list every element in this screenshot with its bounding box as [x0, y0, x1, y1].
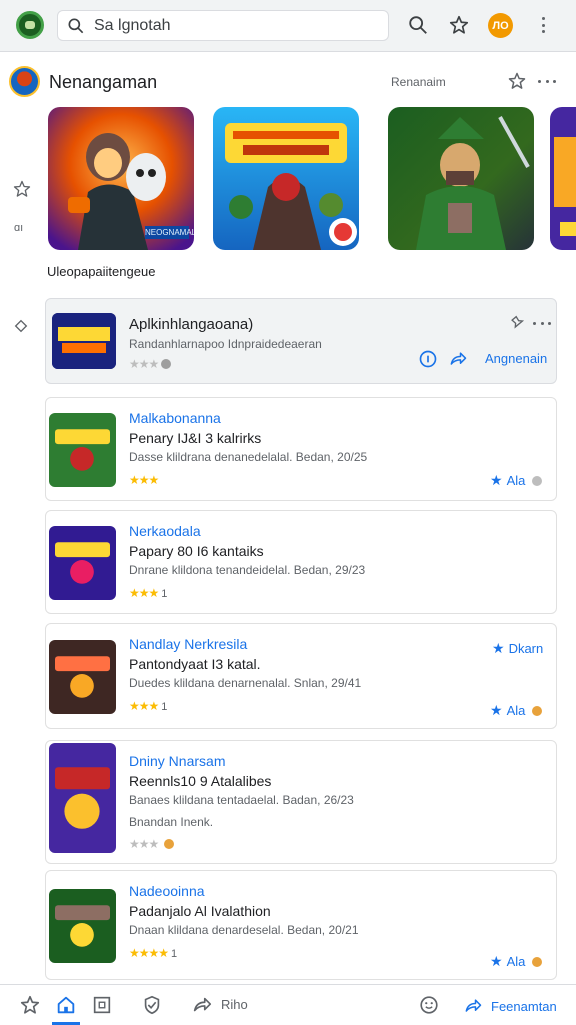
app-category[interactable]: Malkabonanna — [129, 410, 221, 426]
app-meta: Dnaan klildana denardeselal. Bedan, 20/2… — [129, 923, 359, 937]
top-bar: Sa lgnotah ЛО — [0, 0, 576, 52]
search-box[interactable]: Sa lgnotah — [57, 10, 389, 41]
bottom-cta-label: Feenamtan — [491, 998, 557, 1014]
app-logo[interactable] — [16, 11, 44, 39]
app-action-button[interactable]: ★ Ala — [490, 472, 543, 489]
featured-action-button[interactable]: Angnenain — [485, 351, 547, 366]
profile-subtitle: Renanaim — [391, 75, 446, 89]
featured-meta: Randanhlarnapoo Idnpraidedeaeran — [129, 337, 322, 351]
search-input[interactable]: Sa lgnotah — [94, 17, 171, 35]
hero-banner-3[interactable] — [388, 107, 534, 250]
app-card[interactable]: Nerkaodala Papary 80 I6 kantaiks Dnrane kl… — [45, 510, 557, 614]
app-title: Pantondyaat I3 katal. — [129, 656, 261, 672]
star-rating: ★★★ 1 — [129, 699, 168, 713]
star-icon: ★ — [492, 640, 505, 656]
pin-icon[interactable] — [510, 315, 526, 331]
section-heading: Uleopapaiitengeue — [47, 264, 156, 279]
more-menu-icon[interactable] — [531, 317, 553, 329]
star-icon: ★ — [490, 702, 503, 718]
featured-thumbnail — [52, 313, 116, 369]
app-thumbnail — [49, 413, 116, 487]
app-action-label: Ala — [506, 703, 526, 718]
app-meta: Dnrane klildona tenandeidelal. Bedan, 29… — [129, 563, 366, 577]
profile-name: Nenangaman — [49, 72, 158, 92]
app-category[interactable]: Dniny Nnarsam — [129, 753, 225, 769]
hero-badge: NEOGNAMAL — [145, 226, 194, 239]
hero-art — [213, 107, 359, 250]
app-thumbnail — [49, 526, 116, 600]
featured-title: Aplkinhlangaoana) — [129, 316, 254, 333]
share-icon — [465, 999, 482, 1012]
app-thumbnail — [49, 640, 116, 714]
bottom-cta-button[interactable]: Feenamtan — [463, 996, 557, 1016]
app-meta: Duedes klildana denarnenalal. Snlan, 29/… — [129, 676, 362, 690]
hero-art — [550, 107, 576, 250]
diamond-icon[interactable] — [13, 318, 29, 334]
bottom-bar: Riho Feenamtan — [0, 984, 576, 1025]
hero-banner-2[interactable] — [213, 107, 359, 250]
app-title: Reennls10 9 Atalalibes — [129, 773, 272, 789]
app-category[interactable]: Nadeooinna — [129, 883, 205, 899]
bottom-label[interactable]: Riho — [221, 997, 248, 1012]
emoji-icon[interactable] — [418, 994, 440, 1016]
app-category[interactable]: Nandlay Nerkresila — [129, 636, 247, 652]
app-meta: Dasse klildrana denanedelalal. Bedan, 20… — [129, 450, 368, 464]
home-icon[interactable] — [55, 994, 77, 1016]
star-icon: ★ — [490, 472, 503, 488]
profile-header: Nenangaman Renanaim — [0, 62, 576, 102]
app-title: Papary 80 I6 kantaiks — [129, 543, 264, 559]
app-category[interactable]: Nerkaodala — [129, 523, 201, 539]
app-title: Penary IJ&I 3 kalrirks — [129, 430, 262, 446]
badge-icon — [164, 839, 175, 849]
app-action-label: Ala — [506, 954, 526, 969]
star-icon: ★ — [490, 953, 503, 969]
app-thumbnail — [49, 743, 116, 853]
side-label: ɑı — [14, 222, 24, 234]
app-meta: Banaes klildana tentadaelal. Badan, 26/2… — [129, 793, 354, 807]
more-menu-icon[interactable] — [533, 14, 553, 36]
rating-count: 1 — [161, 588, 168, 600]
app-title: Padanjalo Al Ivalathion — [129, 903, 271, 919]
app-extra: Bnandan Inenk. — [129, 815, 214, 829]
info-icon[interactable] — [418, 349, 438, 369]
app-action-label: Ala — [506, 473, 526, 488]
hero-banner-4[interactable] — [550, 107, 576, 250]
app-card[interactable]: Nadeooinna Padanjalo Al Ivalathion Dnaan k… — [45, 870, 557, 980]
star-icon[interactable] — [448, 14, 470, 36]
star-icon[interactable] — [507, 71, 527, 91]
app-card[interactable]: Malkabonanna Penary IJ&I 3 kalrirks Dasse … — [45, 397, 557, 501]
featured-card[interactable]: Aplkinhlangaoana) Randanhlarnapoo Idnpra… — [45, 298, 557, 384]
app-thumbnail — [49, 889, 116, 963]
rating-count: 1 — [171, 948, 178, 960]
hero-art — [388, 107, 534, 250]
star-icon[interactable] — [12, 179, 32, 199]
share-icon[interactable] — [448, 349, 468, 369]
avatar[interactable] — [9, 66, 40, 97]
star-rating: ★★★ — [129, 473, 159, 487]
star-rating: ★★★★ 1 — [129, 946, 178, 960]
app-card[interactable]: Nandlay Nerkresila Pantondyaat I3 katal. D… — [45, 623, 557, 729]
app-card[interactable]: Dniny Nnarsam Reennls10 9 Atalalibes Banae… — [45, 740, 557, 864]
app-action-button[interactable]: ★ Ala — [490, 953, 543, 970]
app-secondary-action-label: Dkarn — [508, 641, 544, 656]
star-rating: ★★★ — [129, 837, 175, 851]
hero-banner-1[interactable]: NEOGNAMAL — [48, 107, 194, 250]
featured-rating: ★★★ — [129, 357, 172, 371]
share-icon[interactable] — [191, 994, 213, 1016]
check-badge-icon[interactable] — [141, 994, 163, 1016]
account-avatar[interactable]: ЛО — [488, 13, 513, 38]
app-action-button[interactable]: ★ Ala — [490, 702, 543, 719]
app-secondary-action[interactable]: ★ Dkarn — [492, 640, 543, 657]
star-rating: ★★★ 1 — [129, 586, 168, 600]
badge-icon — [532, 705, 543, 716]
badge-icon — [532, 475, 543, 486]
search-icon[interactable] — [407, 14, 429, 36]
more-menu-icon[interactable] — [536, 75, 558, 87]
rating-count: 1 — [161, 701, 168, 713]
badge-icon — [532, 956, 543, 967]
search-icon — [68, 18, 84, 33]
star-icon[interactable] — [19, 994, 41, 1016]
window-icon[interactable] — [91, 994, 113, 1016]
